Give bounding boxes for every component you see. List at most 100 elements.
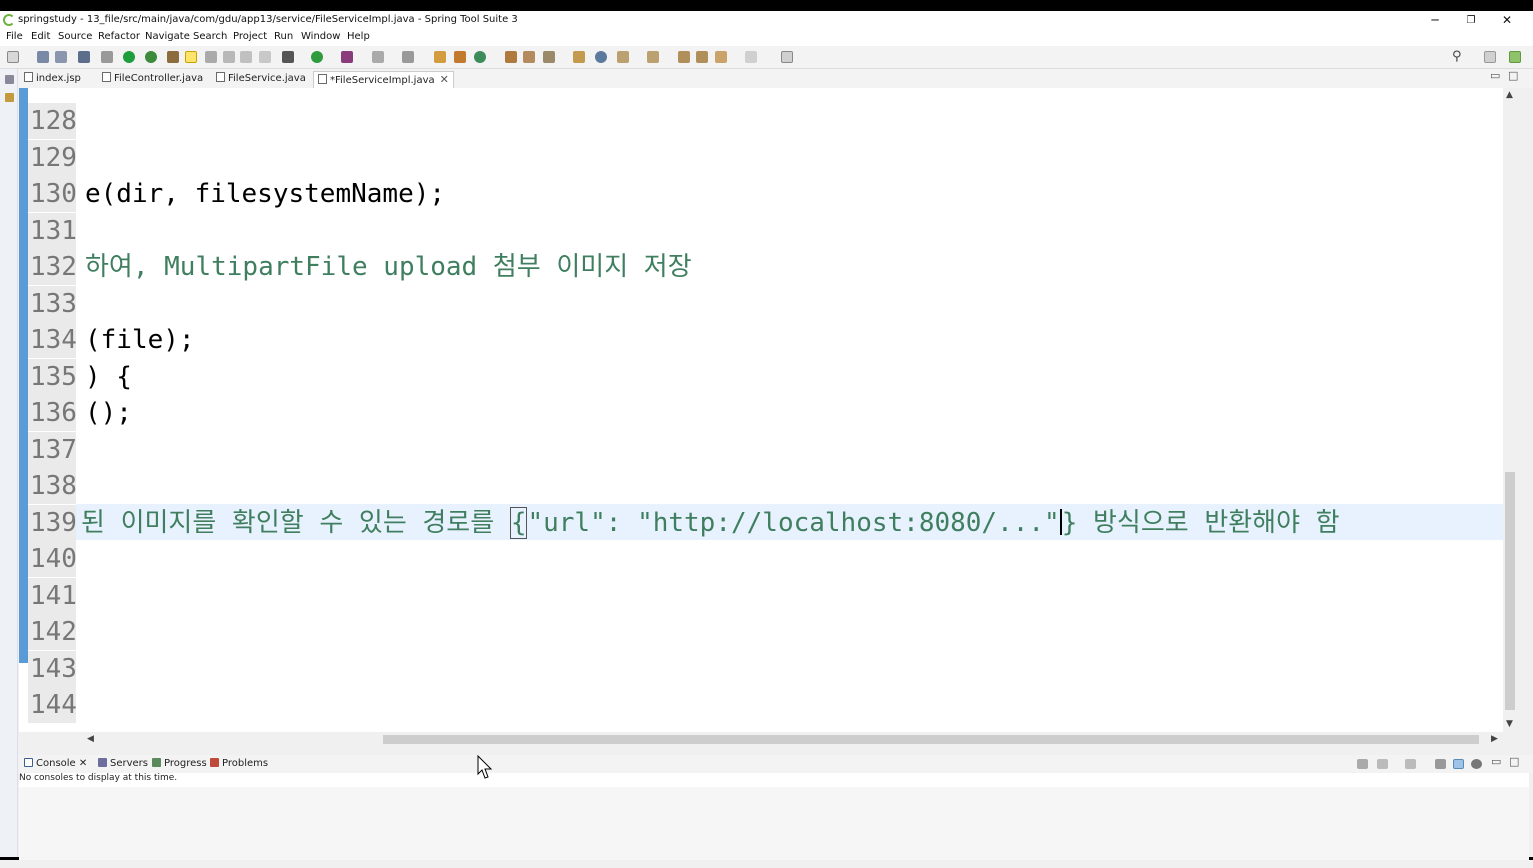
menu-source[interactable]: Source (58, 31, 92, 42)
menu-navigate[interactable]: Navigate (145, 31, 190, 42)
tab-console[interactable]: Console ✕ (24, 758, 87, 769)
menu-refactor[interactable]: Refactor (98, 31, 140, 42)
package-explorer-icon[interactable] (5, 93, 14, 102)
pin-console-icon[interactable] (1357, 759, 1368, 769)
display-console-icon[interactable] (1377, 759, 1388, 769)
tab-fileservice[interactable]: FileService.java (216, 71, 306, 88)
tab-filecontroller[interactable]: FileController.java (102, 71, 203, 88)
line-number: 141 (28, 578, 77, 614)
code-line[interactable]: ) { (85, 359, 1503, 395)
forward-edit-icon[interactable] (696, 51, 708, 63)
menu-run[interactable]: Run (274, 31, 293, 42)
scroll-down-icon[interactable]: ▼ (1506, 719, 1513, 729)
next-annotation-icon[interactable] (617, 51, 629, 63)
restore-button[interactable]: ❐ (1453, 11, 1489, 30)
code-line[interactable]: e(dir, filesystemName); (85, 176, 1503, 212)
tab-label: index.jsp (36, 73, 81, 84)
save-icon[interactable] (37, 51, 49, 63)
back-icon[interactable] (715, 51, 727, 63)
word-wrap-icon[interactable] (223, 51, 235, 63)
code-line[interactable]: (); (85, 395, 1503, 431)
tab-progress[interactable]: Progress (152, 758, 207, 769)
last-edit-icon[interactable] (678, 51, 690, 63)
minimize-button[interactable]: ─ (1417, 11, 1453, 30)
open-perspective-icon[interactable] (1484, 51, 1496, 63)
gear-icon[interactable] (1471, 759, 1482, 769)
external-tools-icon[interactable] (341, 51, 353, 63)
start-server-icon[interactable] (123, 51, 135, 63)
word-wrap-console-icon[interactable] (1453, 759, 1464, 769)
editor-vertical-scrollbar[interactable]: ▲ ▼ (1503, 88, 1517, 732)
menu-window[interactable]: Window (301, 31, 340, 42)
close-button[interactable]: ✕ (1489, 11, 1525, 30)
highlight-icon[interactable] (185, 51, 197, 63)
restore-view-icon[interactable] (5, 75, 14, 84)
skip-breakpoints-icon[interactable] (101, 51, 113, 63)
comment-string: "url" (527, 508, 606, 538)
show-whitespace-icon[interactable] (259, 51, 271, 63)
servers-icon (98, 758, 107, 767)
tab-problems[interactable]: Problems (210, 758, 268, 769)
pen-icon[interactable] (543, 51, 555, 63)
run-icon[interactable] (311, 51, 323, 63)
maximize-editor-icon[interactable]: □ (1508, 69, 1518, 82)
menu-search[interactable]: Search (193, 31, 227, 42)
console-area[interactable] (19, 787, 1529, 860)
code-line[interactable]: 하여, MultipartFile upload 첨부 이미지 저장 (85, 249, 1503, 285)
minimize-console-icon[interactable]: ▭ (1491, 755, 1501, 768)
code-line[interactable]: (file); (85, 322, 1503, 358)
code-editor[interactable]: 128 129 130 131 132 133 134 135 136 137 … (19, 88, 1503, 732)
menu-edit[interactable]: Edit (31, 31, 50, 42)
scroll-right-icon[interactable]: ▶ (1491, 734, 1498, 744)
tab-fileserviceimpl[interactable]: *FileServiceImpl.java ✕ (313, 71, 454, 88)
close-icon[interactable]: ✕ (440, 73, 449, 86)
build-icon[interactable] (402, 51, 414, 63)
terminal-icon[interactable] (78, 51, 90, 63)
copy-console-icon[interactable] (1435, 759, 1446, 769)
horizontal-scroll-thumb[interactable] (383, 735, 1479, 744)
new-icon[interactable] (7, 51, 19, 63)
line-number: 132 (28, 249, 77, 285)
previous-annotation-icon[interactable] (647, 51, 659, 63)
open-file-icon[interactable] (523, 51, 535, 63)
open-resource-icon[interactable] (573, 51, 585, 63)
vertical-scroll-thumb[interactable] (1505, 472, 1515, 710)
close-icon[interactable]: ✕ (79, 758, 87, 769)
line-number: 138 (28, 468, 77, 504)
search-icon[interactable]: ⚲ (1452, 50, 1466, 64)
menu-help[interactable]: Help (347, 31, 370, 42)
save-all-icon[interactable] (55, 51, 67, 63)
tab-label: Problems (222, 758, 269, 769)
open-folder-icon[interactable] (505, 51, 517, 63)
tab-label: FileController.java (114, 73, 204, 84)
change-ruler (19, 88, 28, 663)
console-tab-bar: Console ✕ Servers Progress Problems ▭ □ (19, 755, 1533, 773)
refresh-icon[interactable] (145, 51, 157, 63)
code-line-current[interactable]: 된 이미지를 확인할 수 있는 경로를 {"url": "http://loca… (81, 505, 1501, 541)
maximize-console-icon[interactable]: □ (1509, 755, 1519, 768)
scroll-up-icon[interactable]: ▲ (1506, 90, 1513, 100)
open-type-icon[interactable] (167, 51, 179, 63)
stop-icon[interactable] (372, 51, 384, 63)
line-number: 133 (28, 286, 77, 322)
open-console-icon[interactable] (1405, 759, 1416, 769)
menu-file[interactable]: File (6, 31, 23, 42)
spring-perspective-icon[interactable] (1509, 51, 1521, 63)
new-java-project-icon[interactable] (434, 51, 446, 63)
new-package-icon[interactable] (454, 51, 466, 63)
block-selection-icon[interactable] (240, 51, 252, 63)
tab-servers[interactable]: Servers (98, 758, 148, 769)
main-toolbar: ⚲ (0, 46, 1533, 69)
tab-index-jsp[interactable]: index.jsp (24, 71, 81, 88)
status-bar (0, 860, 1533, 868)
pin-editor-icon[interactable] (781, 51, 793, 63)
menu-project[interactable]: Project (233, 31, 267, 42)
new-class-icon[interactable] (474, 51, 486, 63)
toggle-icon[interactable] (205, 51, 217, 63)
minimize-editor-icon[interactable]: ▭ (1490, 69, 1500, 82)
globe-icon[interactable] (595, 51, 607, 63)
editor-horizontal-scrollbar[interactable]: ◀ ▶ (83, 732, 1503, 746)
debug-icon[interactable] (282, 51, 294, 63)
scroll-left-icon[interactable]: ◀ (87, 734, 94, 744)
forward-icon[interactable] (745, 51, 757, 63)
